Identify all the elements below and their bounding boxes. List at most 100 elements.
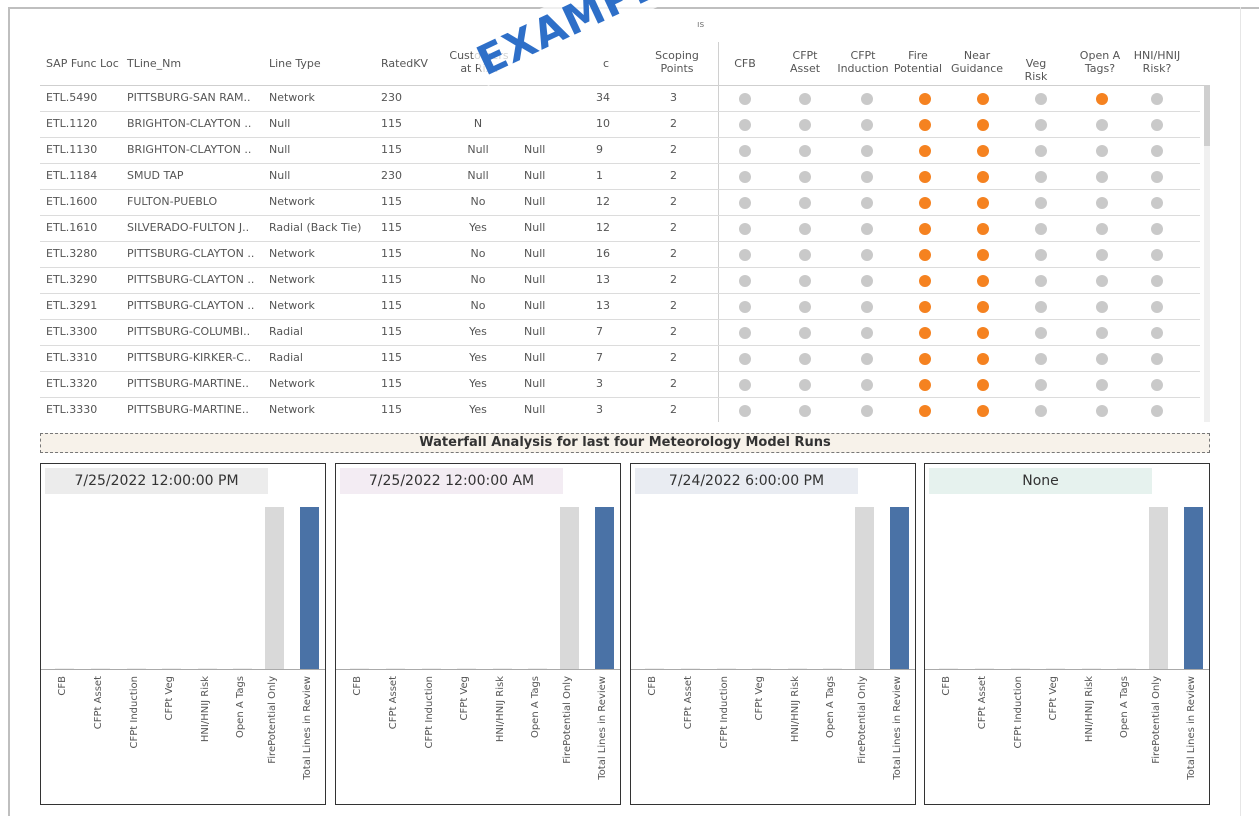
fire-potential-indicator[interactable] [919,93,931,105]
table-row[interactable]: ETL.1184 SMUD TAP Null 230 Null Null 1 2 [40,164,1200,190]
bar-hni-hnij-risk[interactable] [788,668,807,669]
bar-cfpt-asset[interactable] [975,668,994,669]
col-header-line-type[interactable]: Line Type [269,57,349,70]
open-a-tags-indicator[interactable] [1096,379,1108,391]
cfb-indicator[interactable] [739,405,751,417]
col-header-tline-nm[interactable]: TLine_Nm [127,57,217,70]
table-row[interactable]: ETL.3330 PITTSBURG-MARTINE.. Network 115 Yes… [40,398,1200,422]
cfpt-asset-indicator[interactable] [799,223,811,235]
fire-potential-indicator[interactable] [919,223,931,235]
fire-potential-indicator[interactable] [919,275,931,287]
bar-cfb[interactable] [55,668,74,669]
cfpt-induction-indicator[interactable] [861,171,873,183]
cfb-indicator[interactable] [739,301,751,313]
bar-open-a-tags[interactable] [233,668,252,669]
bar-total-lines-in-review[interactable] [595,507,614,669]
cfb-indicator[interactable] [739,327,751,339]
fire-potential-indicator[interactable] [919,119,931,131]
fire-potential-indicator[interactable] [919,301,931,313]
hni-risk-indicator[interactable] [1151,197,1163,209]
col-header-rated-kv[interactable]: RatedKV [381,57,441,70]
open-a-tags-indicator[interactable] [1096,353,1108,365]
cfpt-induction-indicator[interactable] [861,379,873,391]
bar-open-a-tags[interactable] [823,668,842,669]
open-a-tags-indicator[interactable] [1096,197,1108,209]
fire-potential-indicator[interactable] [919,249,931,261]
veg-risk-indicator[interactable] [1035,379,1047,391]
col-header-fire-potential[interactable]: Fire Potential [893,49,943,75]
open-a-tags-indicator[interactable] [1096,223,1108,235]
table-row[interactable]: ETL.1120 BRIGHTON-CLAYTON .. Null 115 N 10 2 [40,112,1200,138]
cfpt-asset-indicator[interactable] [799,93,811,105]
cfb-indicator[interactable] [739,119,751,131]
bar-cfpt-veg[interactable] [162,668,181,669]
near-guidance-indicator[interactable] [977,379,989,391]
veg-risk-indicator[interactable] [1035,119,1047,131]
fire-potential-indicator[interactable] [919,171,931,183]
hni-risk-indicator[interactable] [1151,223,1163,235]
near-guidance-indicator[interactable] [977,171,989,183]
cfpt-asset-indicator[interactable] [799,249,811,261]
cfpt-asset-indicator[interactable] [799,405,811,417]
col-header-open-a-tags[interactable]: Open A Tags? [1076,49,1124,75]
veg-risk-indicator[interactable] [1035,275,1047,287]
cfb-indicator[interactable] [739,379,751,391]
hni-risk-indicator[interactable] [1151,405,1163,417]
bar-cfpt-asset[interactable] [386,668,405,669]
hni-risk-indicator[interactable] [1151,171,1163,183]
near-guidance-indicator[interactable] [977,353,989,365]
col-header-cfpt-induction[interactable]: CFPt Induction [835,49,891,75]
bar-cfpt-induction[interactable] [1011,668,1030,669]
bar-cfpt-induction[interactable] [422,668,441,669]
open-a-tags-indicator[interactable] [1096,93,1108,105]
hni-risk-indicator[interactable] [1151,327,1163,339]
cfb-indicator[interactable] [739,249,751,261]
table-row[interactable]: ETL.3291 PITTSBURG-CLAYTON .. Network 115 No… [40,294,1200,320]
table-row[interactable]: ETL.3290 PITTSBURG-CLAYTON .. Network 115 No… [40,268,1200,294]
open-a-tags-indicator[interactable] [1096,301,1108,313]
bar-hni-hnij-risk[interactable] [1082,668,1101,669]
cfpt-induction-indicator[interactable] [861,301,873,313]
col-header-veg-risk[interactable]: Veg Risk [1014,57,1058,83]
col-header-sap-func-loc[interactable]: SAP Func Loc [46,57,126,70]
cfpt-asset-indicator[interactable] [799,171,811,183]
table-scrollbar-thumb[interactable] [1204,86,1210,146]
veg-risk-indicator[interactable] [1035,197,1047,209]
bar-hni-hnij-risk[interactable] [493,668,512,669]
hni-risk-indicator[interactable] [1151,119,1163,131]
veg-risk-indicator[interactable] [1035,145,1047,157]
cfpt-asset-indicator[interactable] [799,379,811,391]
col-header-c[interactable]: c [603,57,623,70]
table-row[interactable]: ETL.1600 FULTON-PUEBLO Network 115 No Null 12 2 [40,190,1200,216]
bar-cfpt-asset[interactable] [91,668,110,669]
open-a-tags-indicator[interactable] [1096,327,1108,339]
cfb-indicator[interactable] [739,275,751,287]
near-guidance-indicator[interactable] [977,405,989,417]
bar-cfb[interactable] [939,668,958,669]
cfb-indicator[interactable] [739,171,751,183]
bar-cfpt-asset[interactable] [681,668,700,669]
cfpt-induction-indicator[interactable] [861,327,873,339]
near-guidance-indicator[interactable] [977,301,989,313]
fire-potential-indicator[interactable] [919,405,931,417]
cfpt-asset-indicator[interactable] [799,119,811,131]
veg-risk-indicator[interactable] [1035,327,1047,339]
hni-risk-indicator[interactable] [1151,379,1163,391]
fire-potential-indicator[interactable] [919,197,931,209]
hni-risk-indicator[interactable] [1151,353,1163,365]
cfpt-asset-indicator[interactable] [799,145,811,157]
veg-risk-indicator[interactable] [1035,301,1047,313]
bar-cfpt-induction[interactable] [717,668,736,669]
fire-potential-indicator[interactable] [919,327,931,339]
fire-potential-indicator[interactable] [919,353,931,365]
near-guidance-indicator[interactable] [977,327,989,339]
bar-hni-hnij-risk[interactable] [198,668,217,669]
bar-cfpt-veg[interactable] [752,668,771,669]
cfb-indicator[interactable] [739,93,751,105]
open-a-tags-indicator[interactable] [1096,275,1108,287]
hni-risk-indicator[interactable] [1151,249,1163,261]
near-guidance-indicator[interactable] [977,145,989,157]
cfpt-induction-indicator[interactable] [861,275,873,287]
near-guidance-indicator[interactable] [977,93,989,105]
veg-risk-indicator[interactable] [1035,353,1047,365]
